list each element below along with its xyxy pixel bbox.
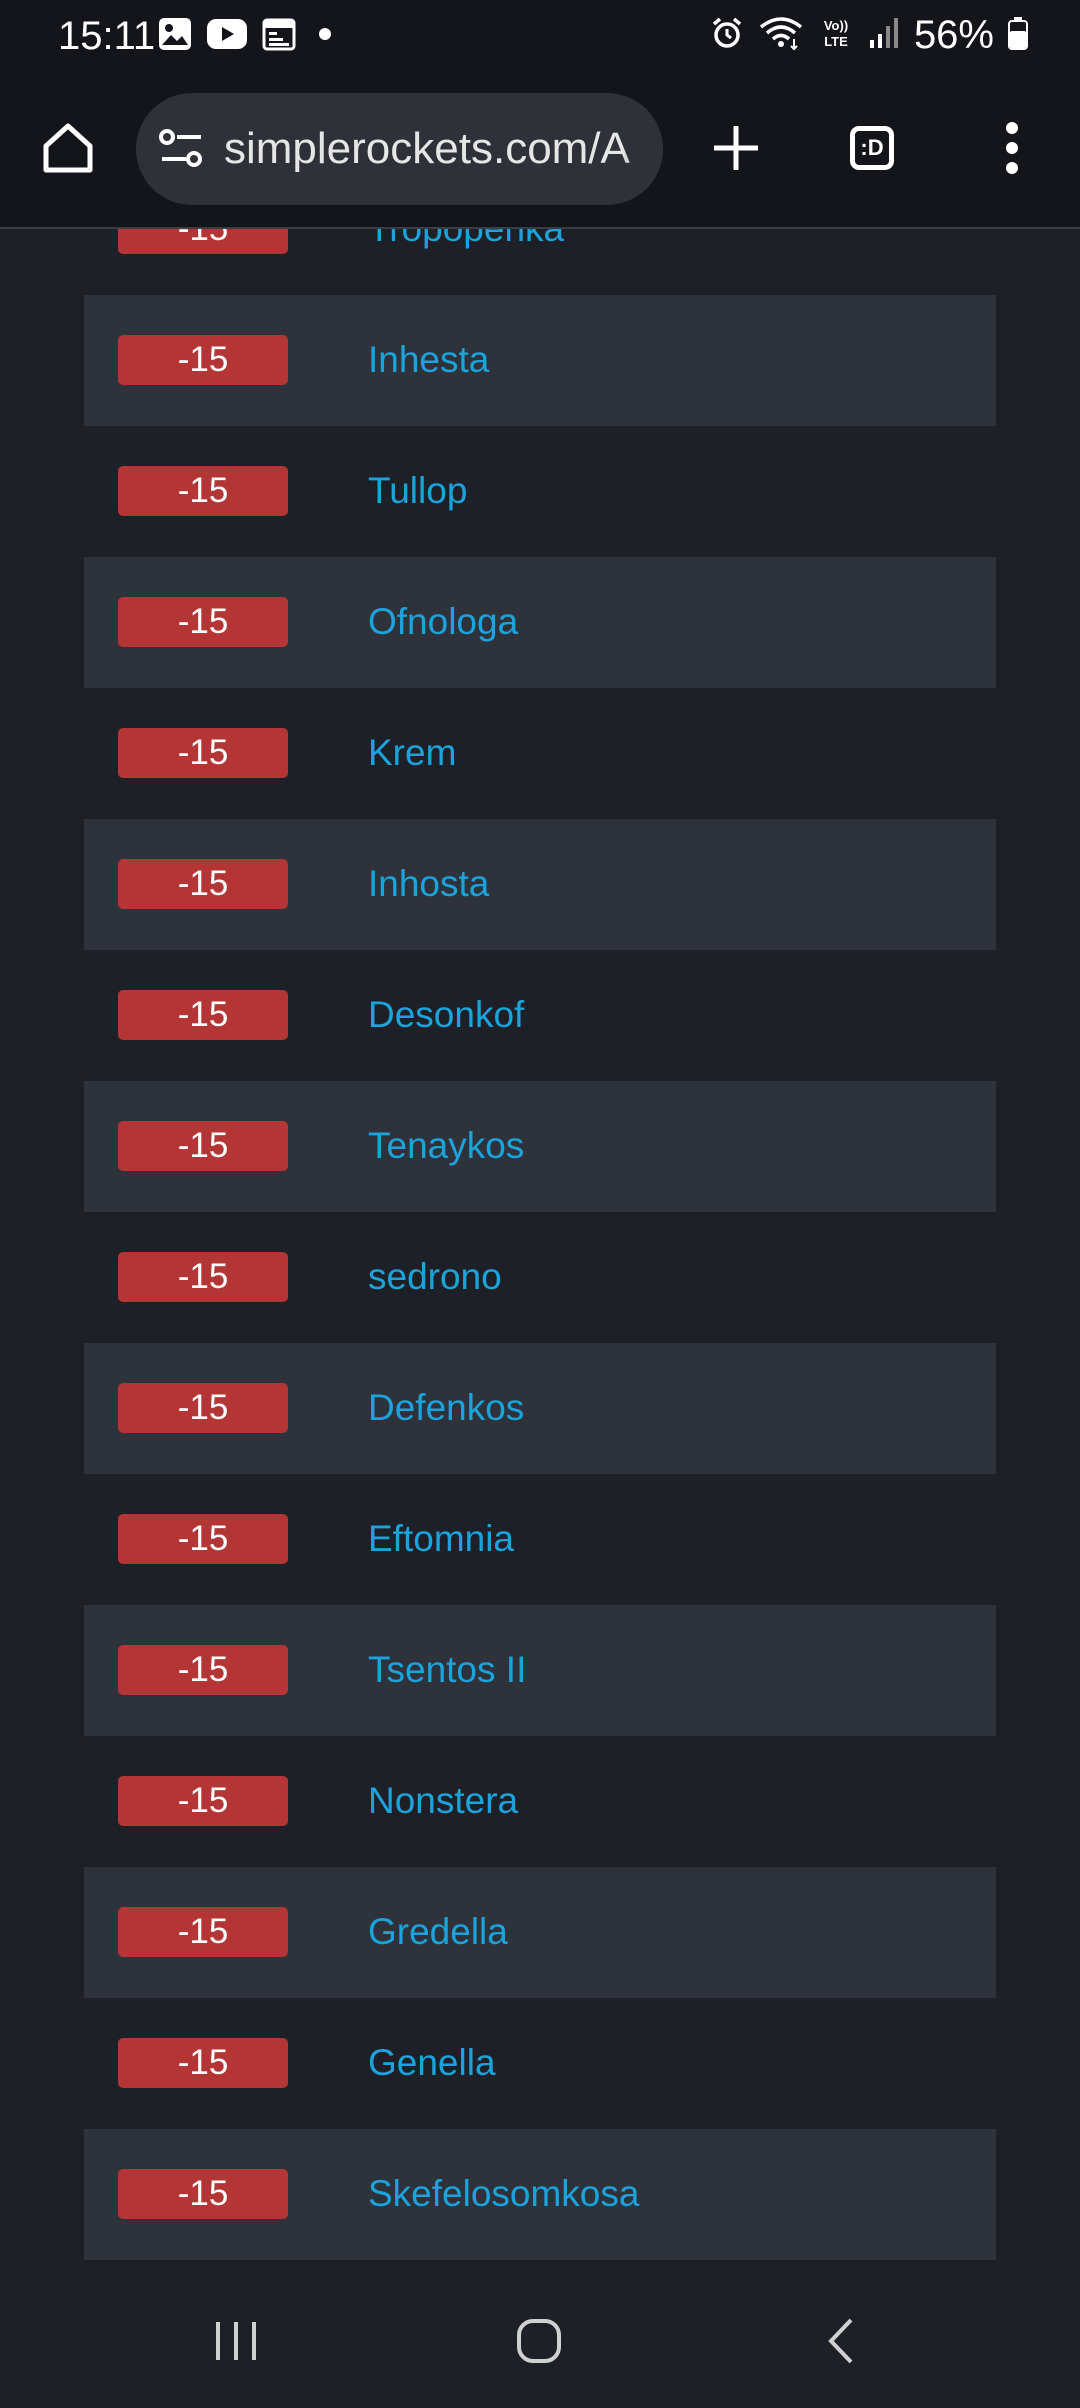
site-settings-icon[interactable] [158,127,206,171]
more-vertical-icon [1006,122,1018,174]
score-badge: -15 [118,229,288,254]
back-button[interactable] [782,2291,902,2391]
item-link[interactable]: Genella [368,2038,496,2088]
score-badge: -15 [118,1514,288,1564]
back-icon [828,2318,853,2364]
item-link[interactable]: Inhesta [368,335,489,385]
wifi-icon [758,15,804,56]
score-badge: -15 [118,597,288,647]
score-badge: -15 [118,1645,288,1695]
score-badge: -15 [118,990,288,1040]
calendar-icon [262,17,296,56]
score-badge: -15 [118,859,288,909]
list-item: -15 Eftomnia [84,1474,996,1605]
notification-icons [158,16,340,56]
item-link[interactable]: Tenaykos [368,1121,524,1171]
home-nav-button[interactable] [479,2291,599,2391]
score-badge: -15 [118,335,288,385]
list-item: -15 Genella [84,1998,996,2129]
url-text: simplerockets.com/A [224,124,630,173]
score-badge: -15 [118,1121,288,1171]
browser-toolbar: simplerockets.com/A :D [0,72,1080,229]
score-badge: -15 [118,466,288,516]
home-nav-icon [517,2319,561,2363]
address-bar[interactable]: simplerockets.com/A [136,93,663,205]
list-item: -15 Ofnologa [84,557,996,688]
list-item: -15 Gredella [84,1867,996,1998]
list-item: -15 Tenaykos [84,1081,996,1212]
recents-icon [216,2322,256,2360]
list-item: -15 Krem [84,688,996,819]
item-link[interactable]: sedrono [368,1252,502,1302]
score-badge: -15 [118,1776,288,1826]
list-item: -15 sedrono [84,1212,996,1343]
item-link[interactable]: Desonkof [368,990,524,1040]
item-link[interactable]: Tsentos II [368,1645,526,1695]
home-button[interactable] [32,112,104,184]
list-item: -15 Defenkos [84,1343,996,1474]
item-link[interactable]: Defenkos [368,1383,524,1433]
battery-icon [1008,16,1028,55]
score-badge: -15 [118,728,288,778]
item-link[interactable]: Inhosta [368,859,489,909]
item-link[interactable]: Nonstera [368,1776,518,1826]
system-nav-bar [0,2271,1080,2408]
list-item: -15 Tropopenka [84,229,996,295]
signal-icon [868,16,900,55]
youtube-icon [206,18,248,55]
item-link[interactable]: Eftomnia [368,1514,514,1564]
plus-icon [714,126,758,170]
list-item: -15 Inhosta [84,819,996,950]
item-link[interactable]: Ofnologa [368,597,518,647]
item-link[interactable]: Krem [368,728,456,778]
score-badge: -15 [118,1907,288,1957]
list-item: -15 Desonkof [84,950,996,1081]
list-item: -15 Nonstera [84,1736,996,1867]
image-icon [158,17,192,56]
status-bar: 15:11 Vo)) LTE 56% [0,0,1080,72]
new-tab-button[interactable] [700,112,772,184]
overflow-menu-button[interactable] [980,112,1044,184]
score-badge: -15 [118,1252,288,1302]
volte-icon: Vo)) LTE [818,15,854,56]
recents-button[interactable] [176,2291,296,2391]
list-item: -15 Tsentos II [84,1605,996,1736]
list-item: -15 Tullop [84,426,996,557]
leaderboard-list: -15 Tropopenka -15 Inhesta -15 Tullop -1… [0,229,1080,2271]
item-link[interactable]: Skefelosomkosa [368,2169,639,2219]
dot-icon [310,19,340,54]
battery-percent: 56% [913,13,994,57]
item-link[interactable]: Tullop [368,466,467,516]
home-icon [43,123,93,173]
url-fade [623,93,663,205]
alarm-icon [710,16,744,55]
system-status: Vo)) LTE 56% [710,12,1028,58]
score-badge: -15 [118,2169,288,2219]
score-badge: -15 [118,1383,288,1433]
tab-switcher-button[interactable]: :D [840,116,908,180]
svg-text:Vo)): Vo)) [824,18,848,33]
tab-count: :D [850,126,894,170]
status-time: 15:11 [58,14,156,58]
svg-text:LTE: LTE [824,34,848,49]
score-badge: -15 [118,2038,288,2088]
item-link[interactable]: Tropopenka [368,229,564,254]
list-item: -15 Skefelosomkosa [84,2129,996,2260]
list-item: -15 Inhesta [84,295,996,426]
item-link[interactable]: Gredella [368,1907,508,1957]
